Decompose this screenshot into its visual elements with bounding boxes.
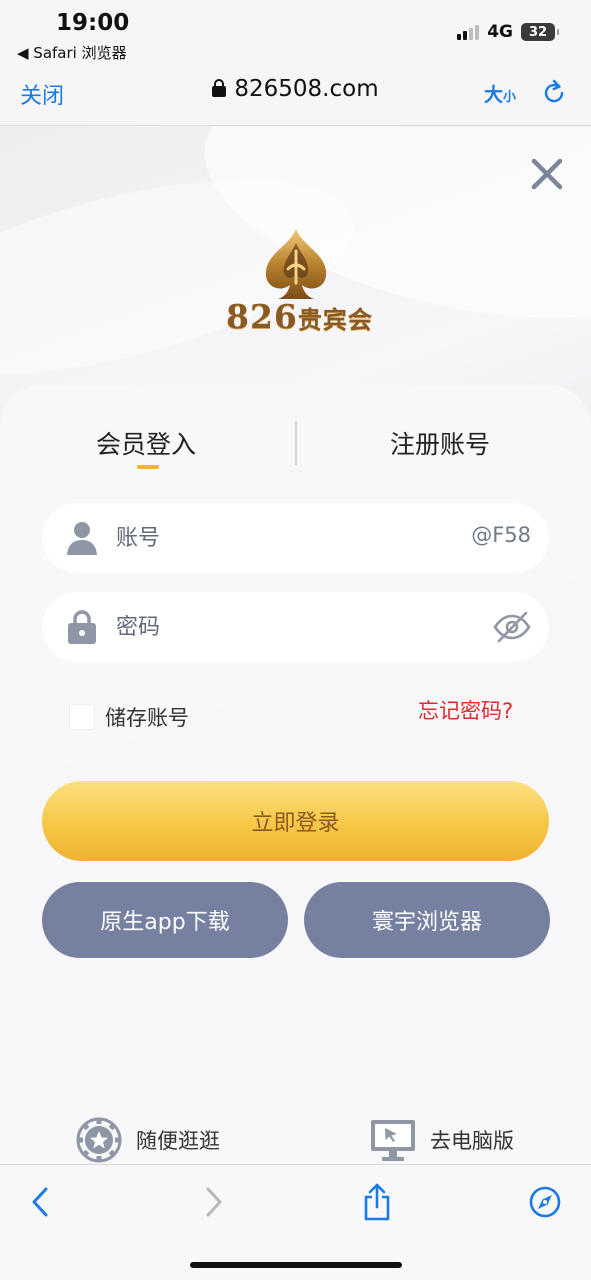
brand-number: 826 <box>226 297 298 336</box>
status-indicators: 4G 32 <box>457 22 559 42</box>
brand-name: 贵宾会 <box>297 305 373 334</box>
active-tab-indicator <box>137 465 159 469</box>
remember-checkbox[interactable] <box>69 704 95 730</box>
text-size-button[interactable]: 大小 <box>484 80 516 107</box>
battery-icon: 32 <box>521 23 559 41</box>
forward-arrow-icon[interactable] <box>196 1183 230 1221</box>
login-page: 826贵宾会 会员登入 注册账号 @F58 <box>0 127 591 1164</box>
tab-divider <box>295 421 297 465</box>
account-input[interactable] <box>116 503 446 573</box>
back-arrow-icon[interactable] <box>24 1183 58 1221</box>
browse-label: 随便逛逛 <box>136 1129 220 1153</box>
login-button[interactable]: 立即登录 <box>42 781 549 861</box>
cellular-signal-icon <box>457 24 480 40</box>
app-download-button[interactable]: 原生app下载 <box>42 882 288 958</box>
forgot-password-link[interactable]: 忘记密码? <box>418 695 513 725</box>
login-card: 会员登入 注册账号 @F58 <box>0 385 591 1164</box>
eye-off-icon[interactable] <box>493 610 531 644</box>
remember-label: 储存账号 <box>105 706 189 730</box>
text-size-small: 小 <box>503 90 517 105</box>
close-icon[interactable] <box>530 157 564 191</box>
account-field[interactable]: @F58 <box>42 503 549 573</box>
status-bar: 19:00 ◀ Safari 浏览器 4G 32 <box>0 0 591 66</box>
remember-account[interactable]: 储存账号 <box>69 702 189 732</box>
password-field[interactable] <box>42 592 549 662</box>
browse-link[interactable]: 随便逛逛 <box>76 1117 220 1163</box>
back-to-app-link[interactable]: ◀ Safari 浏览器 <box>17 42 127 63</box>
home-indicator <box>190 1262 402 1268</box>
reload-icon[interactable] <box>540 79 568 107</box>
brand-logo-text: 826贵宾会 <box>226 297 373 336</box>
browser-toolbar <box>0 1164 591 1280</box>
monitor-icon <box>371 1120 415 1161</box>
text-size-big: 大 <box>484 84 504 106</box>
password-input[interactable] <box>116 592 446 662</box>
network-type: 4G <box>487 22 513 42</box>
share-icon[interactable] <box>360 1183 394 1221</box>
user-icon <box>67 522 97 555</box>
desktop-version-link[interactable]: 去电脑版 <box>370 1117 514 1163</box>
status-time: 19:00 <box>56 10 130 36</box>
browser-address-bar: 关闭 826508.com 大小 <box>0 66 591 126</box>
poker-chip-icon <box>76 1117 122 1163</box>
compass-icon[interactable] <box>528 1183 562 1221</box>
url-text: 826508.com <box>234 76 379 102</box>
browser-download-button[interactable]: 寰宇浏览器 <box>304 882 550 958</box>
tab-register[interactable]: 注册账号 <box>390 425 490 461</box>
lock-icon <box>212 79 227 97</box>
account-suffix: @F58 <box>471 523 531 547</box>
tab-member-login[interactable]: 会员登入 <box>96 425 196 461</box>
lock-icon <box>68 610 96 644</box>
desktop-label: 去电脑版 <box>430 1129 514 1153</box>
